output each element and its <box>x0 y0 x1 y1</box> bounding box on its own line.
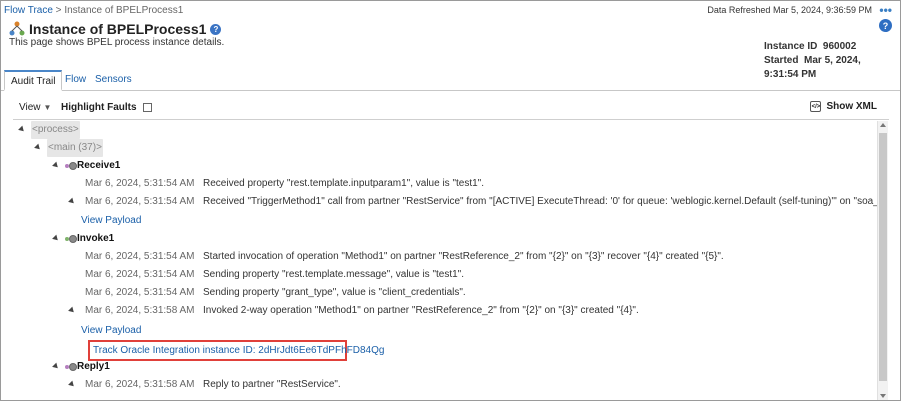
tab-audit-trail[interactable]: Audit Trail <box>4 70 63 91</box>
tree-node-invoke[interactable]: Invoke1 <box>13 230 877 248</box>
breadcrumb-separator: > <box>52 5 65 16</box>
scrollbar-thumb[interactable] <box>879 133 887 381</box>
invoke-node-label: Invoke1 <box>77 233 115 244</box>
entry-timestamp: Mar 6, 2024, 5:31:54 AM <box>85 269 195 280</box>
expand-toggle-icon[interactable] <box>68 306 76 315</box>
table-row: Mar 6, 2024, 5:31:58 AM Reply to partner… <box>13 376 877 394</box>
table-row: Mar 6, 2024, 5:31:54 AM Received propert… <box>13 175 877 193</box>
entry-timestamp: Mar 6, 2024, 5:31:54 AM <box>85 251 195 262</box>
bpel-process-icon <box>9 21 25 36</box>
table-row: Mar 6, 2024, 5:31:54 AM Started invocati… <box>13 248 877 266</box>
tree-node-reply[interactable]: Reply1 <box>13 358 877 376</box>
instance-id-label: Instance ID <box>764 41 818 52</box>
entry-message: Received property "rest.template.inputpa… <box>203 178 485 189</box>
receive-node-label: Receive1 <box>77 160 121 171</box>
highlight-faults-label: Highlight Faults <box>61 102 137 113</box>
payload-row: View Payload <box>13 322 877 340</box>
started-label: Started <box>764 55 799 66</box>
tree-node-process[interactable]: <process> <box>13 121 877 139</box>
highlight-faults-toggle[interactable]: Highlight Faults <box>61 102 152 113</box>
instance-id-row: Instance ID 960002 <box>764 40 896 54</box>
entry-message: Reply to partner "RestService". <box>203 379 341 390</box>
entry-timestamp: Mar 6, 2024, 5:31:58 AM <box>85 379 195 390</box>
highlight-faults-checkbox[interactable] <box>142 103 152 112</box>
audit-toolbar: View ▼ Highlight Faults </> Show XML <box>13 96 889 120</box>
expand-toggle-icon[interactable] <box>52 234 60 243</box>
instance-id-value: 960002 <box>822 41 857 52</box>
xml-icon: </> <box>810 101 822 112</box>
table-row: Mar 6, 2024, 5:31:58 AM Invoked 2-way op… <box>13 302 877 320</box>
scroll-down-icon[interactable] <box>880 394 886 398</box>
payload-row: View Payload <box>13 212 877 230</box>
entry-message: Sending property "grant_type", value is … <box>203 287 466 298</box>
expand-toggle-icon[interactable] <box>18 125 26 134</box>
app-frame: Flow Trace > Instance of BPELProcess1 Da… <box>0 0 901 401</box>
entry-message: Invoked 2-way operation "Method1" on par… <box>203 305 639 316</box>
tab-bar: Audit Trail Flow Sensors <box>1 69 900 91</box>
page-title: Instance of BPELProcess1 <box>29 21 207 37</box>
data-refreshed-text: Data Refreshed Mar 5, 2024, 9:36:59 PM <box>707 5 872 15</box>
tree-node-receive[interactable]: Receive1 <box>13 157 877 175</box>
main-node-label: <main (37)> <box>47 139 103 157</box>
view-menu[interactable]: View ▼ <box>19 102 51 113</box>
audit-trail-tree: <process> <main (37)> Receive1 Mar 6, 20… <box>13 121 877 400</box>
breadcrumb: Flow Trace > Instance of BPELProcess1 <box>4 5 183 16</box>
table-row: Mar 6, 2024, 5:31:54 AM Sending property… <box>13 266 877 284</box>
entry-timestamp: Mar 6, 2024, 5:31:54 AM <box>85 196 195 207</box>
show-xml-label: Show XML <box>826 101 877 112</box>
page-subtitle: This page shows BPEL process instance de… <box>9 37 225 48</box>
view-payload-link[interactable]: View Payload <box>81 212 141 230</box>
expand-toggle-icon[interactable] <box>52 161 60 170</box>
title-row: Instance of BPELProcess1 ? <box>9 21 222 37</box>
entry-timestamp: Mar 6, 2024, 5:31:54 AM <box>85 178 195 189</box>
expand-toggle-icon[interactable] <box>52 362 60 371</box>
entry-timestamp: Mar 6, 2024, 5:31:58 AM <box>85 305 195 316</box>
tab-flow[interactable]: Flow <box>59 70 92 91</box>
expand-toggle-icon[interactable] <box>68 197 76 206</box>
view-menu-label: View <box>19 102 41 113</box>
table-row: Mar 6, 2024, 5:31:54 AM Sending property… <box>13 284 877 302</box>
chevron-down-icon: ▼ <box>43 103 52 112</box>
entry-message: Started invocation of operation "Method1… <box>203 251 724 262</box>
help-icon[interactable]: ? <box>879 19 892 32</box>
view-payload-link[interactable]: View Payload <box>81 322 141 340</box>
entry-timestamp: Mar 6, 2024, 5:31:54 AM <box>85 287 195 298</box>
expand-toggle-icon[interactable] <box>68 380 76 389</box>
info-icon[interactable]: ? <box>210 23 222 35</box>
more-options-icon[interactable]: ••• <box>879 3 892 17</box>
table-row: Mar 6, 2024, 5:31:54 AM Received "Trigge… <box>13 193 877 211</box>
breadcrumb-current: Instance of BPELProcess1 <box>64 5 184 16</box>
breadcrumb-flow-trace[interactable]: Flow Trace <box>4 5 53 16</box>
expand-toggle-icon[interactable] <box>34 143 42 152</box>
scroll-up-icon[interactable] <box>880 123 886 127</box>
tree-node-main[interactable]: <main (37)> <box>13 139 877 157</box>
reply-node-label: Reply1 <box>77 361 110 372</box>
show-xml-button[interactable]: </> Show XML <box>810 101 877 112</box>
entry-message: Received "TriggerMethod1" call from part… <box>203 196 877 207</box>
entry-message: Sending property "rest.template.message"… <box>203 269 464 280</box>
tab-sensors[interactable]: Sensors <box>89 70 138 91</box>
vertical-scrollbar[interactable] <box>877 121 888 400</box>
process-node-label: <process> <box>31 121 80 139</box>
